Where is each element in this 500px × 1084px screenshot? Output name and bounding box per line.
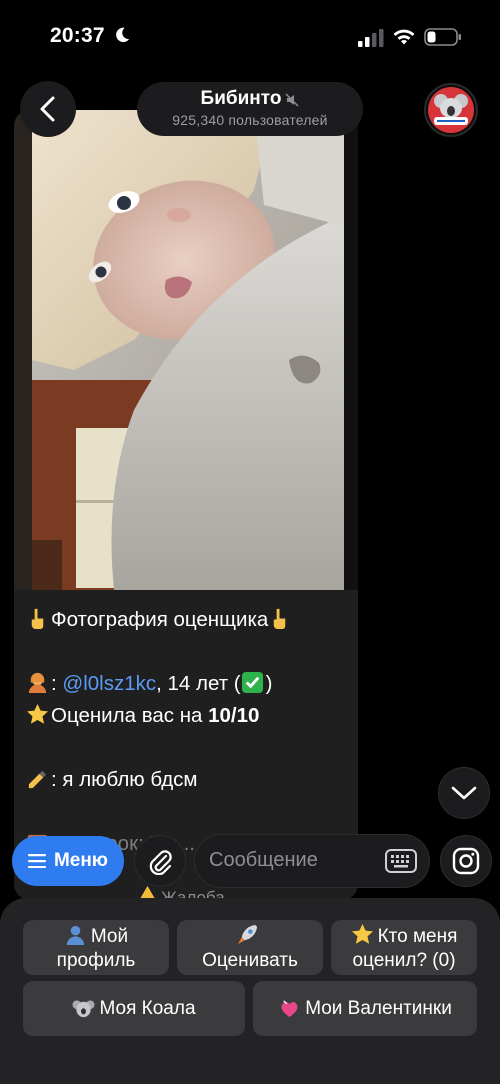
my-profile-label-wrap: Мой профиль bbox=[23, 923, 169, 973]
rate-label: Оценивать bbox=[202, 949, 298, 971]
chevron-down-icon bbox=[451, 786, 477, 800]
my-koala-label: Моя Коала bbox=[99, 997, 196, 1019]
rater-age: , 14 лет ( bbox=[156, 672, 241, 695]
profile-photo[interactable] bbox=[14, 110, 358, 590]
moon-icon bbox=[116, 27, 130, 43]
battery-icon bbox=[424, 28, 461, 46]
instagram-button[interactable] bbox=[440, 835, 492, 887]
mute-icon bbox=[285, 93, 299, 107]
rocket-icon bbox=[238, 924, 258, 944]
menu-button[interactable]: Меню bbox=[12, 836, 124, 886]
rater-mention[interactable]: @l0lsz1kc bbox=[62, 672, 156, 695]
chat-avatar[interactable] bbox=[424, 83, 478, 137]
who-rated-label-wrap: Кто меня оценил? (0) bbox=[331, 923, 477, 973]
scroll-down-button[interactable] bbox=[438, 767, 490, 819]
rater-line: : @l0lsz1kc, 14 лет () bbox=[26, 668, 356, 700]
my-profile-button[interactable]: Мой профиль bbox=[23, 920, 169, 975]
rating-value: 10/10 bbox=[208, 704, 260, 727]
paperclip-icon bbox=[149, 850, 172, 875]
writing-hand-icon bbox=[28, 770, 47, 789]
pointing-up-icon bbox=[274, 608, 286, 630]
keyboard-icon[interactable] bbox=[385, 849, 417, 873]
quote-text: : я люблю бдсм bbox=[51, 768, 198, 791]
chat-title: Бибинто bbox=[200, 88, 282, 109]
koala-logo-icon bbox=[428, 87, 474, 133]
message-text: Фотография оценщика : @l0lsz1kc, 14 лет … bbox=[26, 604, 356, 860]
signal-icon bbox=[358, 29, 384, 47]
person-icon bbox=[28, 672, 47, 694]
pointing-up-icon bbox=[31, 608, 44, 630]
check-mark-icon bbox=[241, 671, 263, 694]
rate-button[interactable]: Оценивать bbox=[177, 920, 323, 975]
attach-button[interactable] bbox=[134, 835, 186, 887]
menu-label: Меню bbox=[53, 850, 109, 871]
message-input[interactable]: Сообщение bbox=[194, 834, 430, 888]
my-valentines-button[interactable]: Мои Валентинки bbox=[253, 981, 477, 1036]
instagram-icon bbox=[452, 847, 480, 875]
message-heading-line: Фотография оценщика bbox=[26, 604, 356, 636]
status-time: 20:37 bbox=[50, 24, 105, 47]
status-bar: 20:37 bbox=[0, 0, 500, 72]
person-silhouette-icon bbox=[66, 925, 84, 945]
wifi-icon bbox=[393, 29, 415, 45]
message-bubble: Фотография оценщика : @l0lsz1kc, 14 лет … bbox=[14, 110, 358, 900]
chevron-left-icon bbox=[40, 96, 55, 122]
star-icon bbox=[351, 923, 373, 944]
chat-title-pill[interactable]: Бибинто 925,340 пользователей bbox=[137, 82, 363, 136]
back-button[interactable] bbox=[20, 81, 76, 137]
rating-prefix: Оценила вас на bbox=[51, 704, 209, 727]
koala-icon bbox=[72, 1000, 96, 1018]
rater-age-close: ) bbox=[265, 672, 273, 695]
star-icon bbox=[26, 703, 49, 724]
hearts-icon bbox=[281, 1000, 298, 1018]
message-placeholder: Сообщение bbox=[209, 849, 318, 871]
my-koala-button[interactable]: Моя Коала bbox=[23, 981, 245, 1036]
rate-label-wrap: Оценивать bbox=[202, 923, 298, 973]
who-rated-me-button[interactable]: Кто меня оценил? (0) bbox=[331, 920, 477, 975]
rating-line: Оценила вас на 10/10 bbox=[26, 700, 356, 732]
chat-subtitle: 925,340 пользователей bbox=[172, 112, 328, 128]
quote-line: : я люблю бдсм bbox=[26, 764, 356, 796]
message-heading: Фотография оценщика bbox=[51, 608, 269, 631]
menu-icon bbox=[27, 854, 46, 868]
reply-keyboard: Мой профиль Оценивать Кто меня оценил? (… bbox=[0, 898, 500, 1084]
my-valentines-label: Мои Валентинки bbox=[305, 997, 452, 1019]
